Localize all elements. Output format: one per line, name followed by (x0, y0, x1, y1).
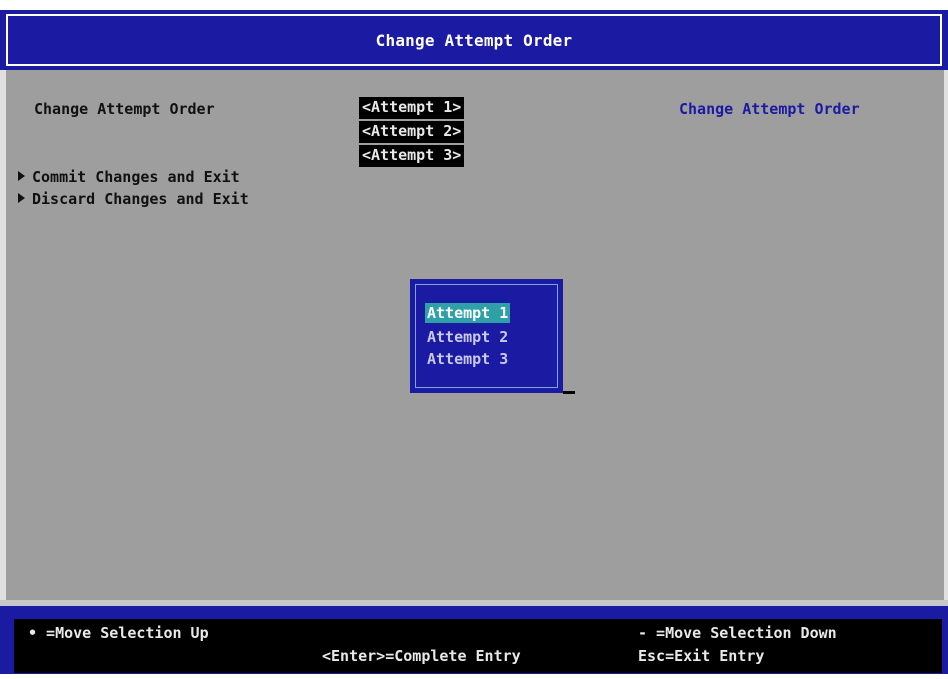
submenu-arrow-icon (18, 193, 25, 203)
attempt-order-value-3[interactable]: <Attempt 3> (359, 145, 465, 167)
bottom-border (0, 674, 948, 679)
change-attempt-order-label: Change Attempt Order (34, 100, 215, 118)
attempt-order-value-2[interactable]: <Attempt 2> (359, 121, 465, 143)
move-up-hint: • =Move Selection Up (28, 624, 209, 642)
bios-screen: Change Attempt Order Change Attempt Orde… (0, 0, 948, 679)
attempt-order-value-1[interactable]: <Attempt 1> (359, 97, 465, 119)
commit-changes-label: Commit Changes and Exit (32, 168, 240, 186)
enter-hint: <Enter>=Complete Entry (322, 647, 521, 665)
popup-option-attempt-3[interactable]: Attempt 3 (427, 349, 508, 369)
key-help-panel: • =Move Selection Up <Enter>=Complete En… (14, 619, 942, 673)
top-border (0, 0, 948, 10)
esc-hint: Esc=Exit Entry (638, 647, 765, 665)
title-bar: Change Attempt Order (0, 10, 948, 70)
right-border (944, 70, 948, 600)
move-down-hint: - =Move Selection Down (638, 624, 837, 642)
key-help-bar: • =Move Selection Up <Enter>=Complete En… (0, 606, 948, 679)
left-border (0, 70, 6, 600)
popup-shadow (563, 391, 575, 394)
discard-changes-label: Discard Changes and Exit (32, 190, 249, 208)
commit-changes-link[interactable]: Commit Changes and Exit (18, 168, 240, 186)
submenu-arrow-icon (18, 171, 25, 181)
discard-changes-link[interactable]: Discard Changes and Exit (18, 190, 249, 208)
help-text: Change Attempt Order (679, 100, 860, 118)
page-title: Change Attempt Order (375, 31, 573, 50)
popup-option-attempt-1[interactable]: Attempt 1 (425, 303, 511, 323)
attempt-order-values[interactable]: <Attempt 1> <Attempt 2> <Attempt 3> (359, 97, 465, 169)
popup-option-attempt-2[interactable]: Attempt 2 (427, 327, 508, 347)
